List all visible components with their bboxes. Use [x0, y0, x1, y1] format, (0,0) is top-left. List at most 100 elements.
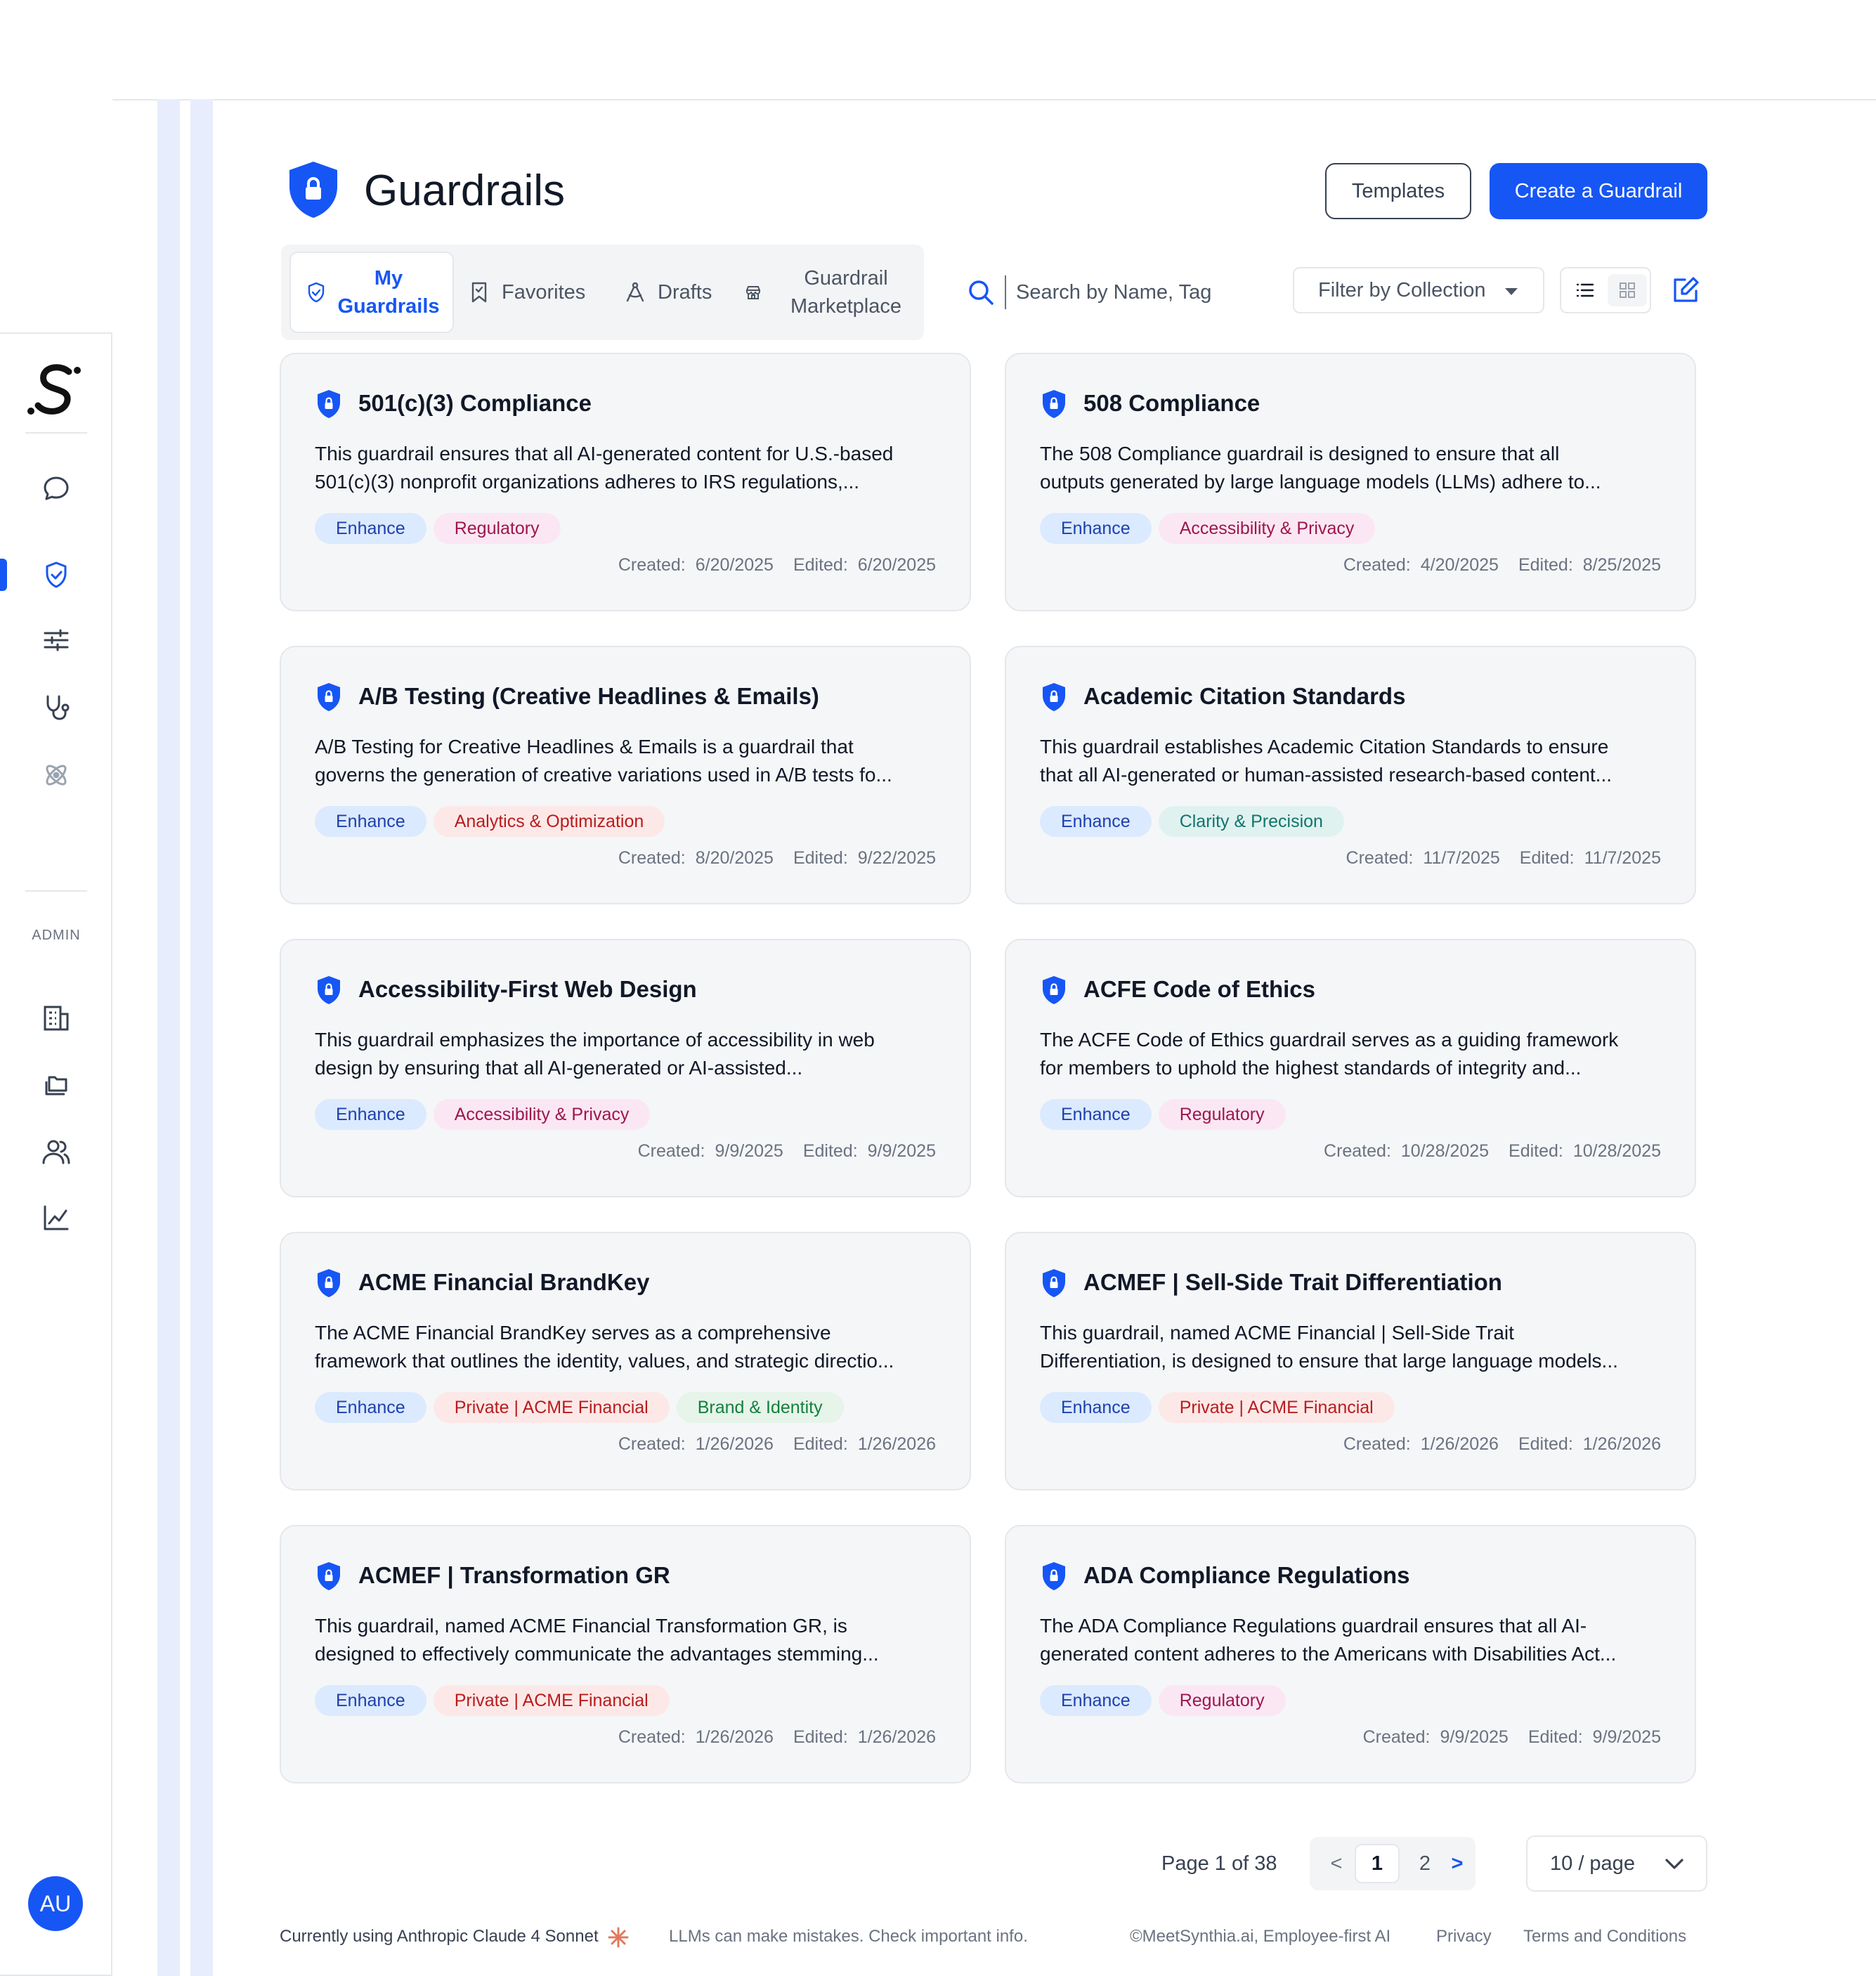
sliders-icon[interactable] [39, 623, 73, 657]
terms-link[interactable]: Terms and Conditions [1523, 1924, 1686, 1949]
card-dates: Created: 8/20/2025 Edited: 9/22/2025 [618, 848, 936, 869]
card-tags: Enhance Private | ACME Financial [315, 1685, 670, 1716]
card-description-line: outputs generated by large language mode… [1040, 471, 1601, 493]
created-label: Created: [1324, 1141, 1391, 1161]
tag-badge[interactable]: Enhance [315, 1099, 426, 1130]
tag-badge[interactable]: Enhance [1040, 1392, 1152, 1423]
card-description-line: This guardrail emphasizes the importance… [315, 1029, 875, 1051]
card-description-line: design by ensuring that all AI-generated… [315, 1057, 803, 1079]
user-avatar[interactable]: AU [28, 1876, 83, 1931]
card-description: A/B Testing for Creative Headlines & Ema… [315, 733, 947, 789]
guardrail-card[interactable]: Academic Citation Standards This guardrai… [1005, 646, 1696, 904]
shield-lock-icon [289, 162, 337, 218]
next-page-button[interactable]: > [1443, 1844, 1471, 1883]
tag-badge[interactable]: Enhance [1040, 513, 1152, 544]
created-label: Created: [637, 1141, 705, 1161]
guardrail-tabs: My Guardrails Favorites Drafts Guardrail… [281, 245, 924, 340]
tab-guardrail-marketplace[interactable]: Guardrail Marketplace [745, 264, 923, 320]
grid-view-button[interactable] [1608, 274, 1647, 306]
page-button-2[interactable]: 2 [1405, 1844, 1445, 1883]
pagination: < 1 2 > [1310, 1837, 1476, 1890]
guardrail-card[interactable]: ADA Compliance Regulations The ADA Compli… [1005, 1525, 1696, 1783]
collection-filter-select[interactable]: Filter by Collection [1293, 267, 1544, 313]
tag-badge[interactable]: Enhance [1040, 1099, 1152, 1130]
guardrail-card[interactable]: 508 Compliance The 508 Compliance guardra… [1005, 353, 1696, 611]
prev-page-button[interactable]: < [1322, 1844, 1350, 1883]
guardrail-card[interactable]: 501(c)(3) Compliance This guardrail ensur… [280, 353, 971, 611]
shield-lock-icon [316, 1268, 341, 1298]
tag-badge[interactable]: Enhance [315, 1685, 426, 1716]
tag-badge[interactable]: Regulatory [433, 513, 561, 544]
view-toggle [1560, 267, 1651, 313]
guardrail-card[interactable]: Accessibility-First Web Design This guard… [280, 939, 971, 1197]
users-icon[interactable] [39, 1135, 73, 1169]
guardrail-card[interactable]: ACMEF | Transformation GR This guardrail,… [280, 1525, 971, 1783]
tag-badge[interactable]: Enhance [315, 1392, 426, 1423]
tag-badge[interactable]: Private | ACME Financial [433, 1392, 670, 1423]
chat-icon[interactable] [39, 472, 73, 505]
shield-lock-icon [316, 389, 341, 419]
tag-badge[interactable]: Private | ACME Financial [433, 1685, 670, 1716]
atom-icon[interactable] [39, 758, 73, 792]
tag-badge[interactable]: Clarity & Precision [1158, 806, 1344, 837]
shield-lock-icon [316, 682, 341, 712]
card-tags: Enhance Regulatory [1040, 1685, 1286, 1716]
tab-drafts[interactable]: Drafts [624, 264, 712, 320]
edited-label: Edited: [1527, 1727, 1583, 1747]
guardrail-card[interactable]: ACME Financial BrandKey The ACME Financia… [280, 1232, 971, 1490]
tab-my-guardrails[interactable]: My Guardrails [289, 252, 454, 333]
page-button-1[interactable]: 1 [1355, 1844, 1400, 1883]
tag-badge[interactable]: Enhance [1040, 806, 1152, 837]
tag-badge[interactable]: Accessibility & Privacy [433, 1099, 651, 1130]
building-icon[interactable] [39, 1001, 73, 1035]
privacy-link[interactable]: Privacy [1436, 1924, 1492, 1949]
card-description-line: The 508 Compliance guardrail is designed… [1040, 443, 1560, 464]
create-guardrail-button[interactable]: Create a Guardrail [1490, 163, 1707, 219]
tag-badge[interactable]: Enhance [1040, 1685, 1152, 1716]
card-description: The ACFE Code of Ethics guardrail serves… [1040, 1026, 1672, 1082]
card-description: The 508 Compliance guardrail is designed… [1040, 440, 1672, 496]
chart-icon[interactable] [39, 1201, 73, 1235]
tag-badge[interactable]: Enhance [315, 513, 426, 544]
guardrail-card[interactable]: ACMEF | Sell-Side Trait Differentiation T… [1005, 1232, 1696, 1490]
tag-badge[interactable]: Regulatory [1158, 1099, 1286, 1130]
card-description-line: The ACFE Code of Ethics guardrail serves… [1040, 1029, 1619, 1051]
search-input[interactable] [1005, 275, 1272, 309]
page-title: Guardrails [364, 167, 565, 215]
card-tags: Enhance Private | ACME Financial [1040, 1392, 1395, 1423]
card-dates: Created: 11/7/2025 Edited: 11/7/2025 [1346, 848, 1661, 869]
edited-date: 6/20/2025 [857, 555, 936, 575]
tag-badge[interactable]: Private | ACME Financial [1158, 1392, 1395, 1423]
tag-badge[interactable]: Analytics & Optimization [433, 806, 665, 837]
created-date: 1/26/2026 [1420, 1434, 1499, 1454]
card-title: ADA Compliance Regulations [1083, 1562, 1410, 1588]
stethoscope-icon[interactable] [39, 691, 73, 724]
tab-favorites[interactable]: Favorites [469, 264, 585, 320]
active-indicator [0, 559, 7, 591]
list-view-button[interactable] [1565, 274, 1605, 306]
created-label: Created: [1346, 848, 1414, 868]
created-date: 9/9/2025 [1440, 1727, 1509, 1747]
model-status-text: Currently using Anthropic Claude 4 Sonne… [280, 1927, 599, 1946]
folders-icon[interactable] [39, 1067, 73, 1101]
shield-check-icon[interactable] [39, 558, 73, 592]
card-description: This guardrail emphasizes the importance… [315, 1026, 947, 1082]
created-date: 6/20/2025 [695, 555, 774, 575]
per-page-select[interactable]: 10 / page [1526, 1835, 1707, 1892]
card-description: This guardrail, named ACME Financial Tra… [315, 1612, 947, 1668]
card-description-line: that all AI-generated or human-assisted … [1040, 764, 1613, 786]
sidebar: ADMIN AU [0, 332, 112, 1976]
tag-badge[interactable]: Enhance [315, 806, 426, 837]
per-page-label: 10 / page [1550, 1852, 1635, 1875]
edit-icon[interactable] [1671, 275, 1700, 305]
card-title: 508 Compliance [1083, 390, 1261, 416]
guardrail-card[interactable]: ACFE Code of Ethics The ACFE Code of Ethi… [1005, 939, 1696, 1197]
templates-button[interactable]: Templates [1325, 163, 1471, 219]
synthia-logo[interactable] [25, 359, 87, 421]
card-dates: Created: 4/20/2025 Edited: 8/25/2025 [1343, 555, 1661, 576]
guardrail-card[interactable]: A/B Testing (Creative Headlines & Emails… [280, 646, 971, 904]
tag-badge[interactable]: Accessibility & Privacy [1158, 513, 1376, 544]
tag-badge[interactable]: Regulatory [1158, 1685, 1286, 1716]
tag-badge[interactable]: Brand & Identity [676, 1392, 844, 1423]
edited-label: Edited: [1518, 1434, 1573, 1454]
